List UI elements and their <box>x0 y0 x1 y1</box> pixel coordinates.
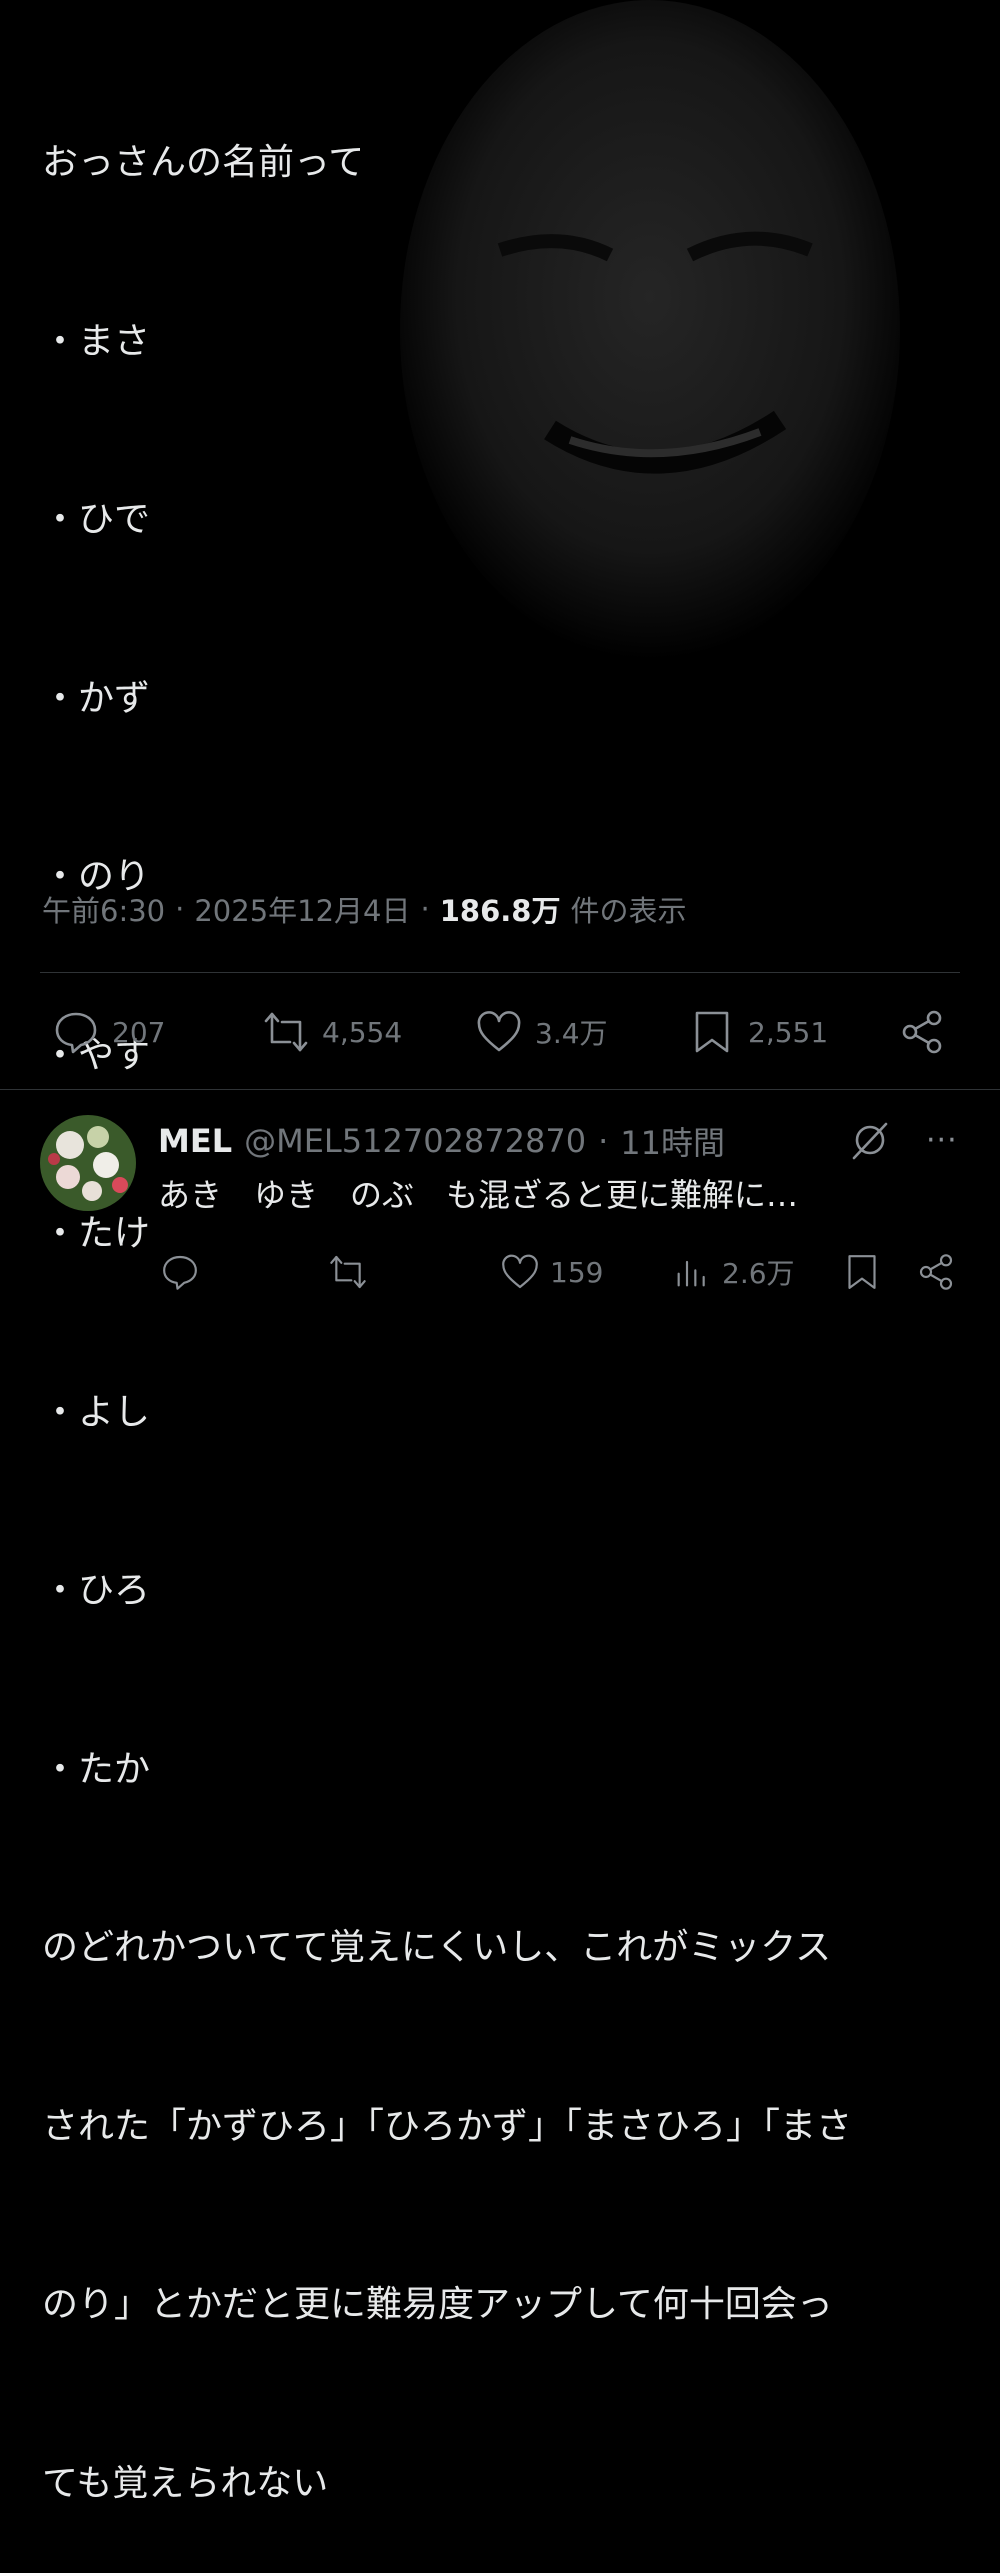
reply-time[interactable]: 11時間 <box>620 1118 725 1164</box>
reply-like-count: 159 <box>550 1255 604 1289</box>
reply-views-button[interactable]: 2.6万 <box>672 1242 795 1302</box>
tweet-line: ても覚えられない <box>42 2462 329 2504</box>
meta-separator: · <box>420 892 430 926</box>
reply-repost-button[interactable] <box>328 1242 368 1302</box>
repost-button[interactable]: 4,554 <box>262 1000 402 1064</box>
tweet-date[interactable]: 2025年12月4日 <box>194 888 410 930</box>
tweet-line: ・まさ <box>42 320 151 362</box>
reply-button[interactable]: 207 <box>52 1000 165 1064</box>
reply-header: MEL @MEL512702872870 · 11時間 <box>158 1118 725 1164</box>
meta-separator: · <box>175 892 185 926</box>
reply-bookmark-button[interactable] <box>842 1242 882 1302</box>
bookmark-icon <box>848 1255 876 1289</box>
reply-bubble-icon <box>163 1255 197 1290</box>
reply-author-name[interactable]: MEL <box>158 1122 232 1160</box>
tweet-line: ・よし <box>42 1391 151 1433</box>
reply-actions: 159 2.6万 <box>0 1242 1000 1302</box>
like-button[interactable]: 3.4万 <box>475 1000 608 1064</box>
bookmark-icon <box>695 1011 729 1053</box>
heart-icon <box>477 1011 521 1052</box>
reply-text: あき ゆき のぶ も混ざると更に難解に… <box>158 1176 799 1214</box>
reply-share-button[interactable] <box>916 1242 956 1302</box>
tweet-line: おっさんの名前って <box>42 142 365 183</box>
tweet-actions: 207 4,554 3.4万 2,551 <box>0 1000 1000 1064</box>
tweet-meta: 午前6:30 · 2025年12月4日 · 186.8万 件の表示 <box>42 888 686 930</box>
grok-icon[interactable] <box>848 1118 892 1162</box>
bookmark-button[interactable]: 2,551 <box>688 1000 828 1064</box>
views-label: 件の表示 <box>570 894 687 928</box>
reply-top-icons: ··· <box>848 1118 958 1162</box>
reply-like-button[interactable]: 159 <box>500 1242 603 1302</box>
heart-icon <box>502 1254 538 1289</box>
repost-icon <box>330 1255 366 1289</box>
views-count[interactable]: 186.8万 <box>440 888 561 930</box>
tweet-line: ・ひろ <box>42 1570 151 1611</box>
reply-count: 207 <box>112 1015 166 1049</box>
tweet-line: ・たか <box>42 1748 151 1790</box>
analytics-icon <box>677 1260 705 1287</box>
repost-icon <box>264 1012 308 1052</box>
bookmark-count: 2,551 <box>748 1015 829 1049</box>
more-options-button[interactable]: ··· <box>926 1123 958 1158</box>
reply-view-count: 2.6万 <box>722 1257 795 1290</box>
meta-separator: · <box>598 1122 609 1160</box>
avatar[interactable] <box>40 1115 136 1211</box>
share-icon <box>919 1254 953 1290</box>
tweet-line: ・ひで <box>42 499 151 540</box>
reply-reply-button[interactable] <box>160 1242 200 1302</box>
divider <box>0 1089 1000 1090</box>
divider <box>40 972 960 973</box>
tweet-line: ・かず <box>42 677 151 719</box>
reply-bubble-icon <box>55 1012 97 1054</box>
tweet-time[interactable]: 午前6:30 <box>42 888 165 930</box>
tweet-line: のどれかついてて覚えにくいし、これがミックス <box>42 1927 832 1968</box>
tweet-line: された「かずひろ」「ひろかず」「まさひろ」「まさ <box>42 2105 853 2147</box>
reply-author-handle[interactable]: @MEL512702872870 <box>244 1122 586 1160</box>
repost-count: 4,554 <box>322 1015 403 1049</box>
share-icon <box>902 1010 942 1054</box>
share-button[interactable] <box>898 1000 946 1064</box>
tweet-line: のり」とかだと更に難易度アップして何十回会っ <box>42 2284 833 2325</box>
like-count: 3.4万 <box>535 1017 608 1050</box>
